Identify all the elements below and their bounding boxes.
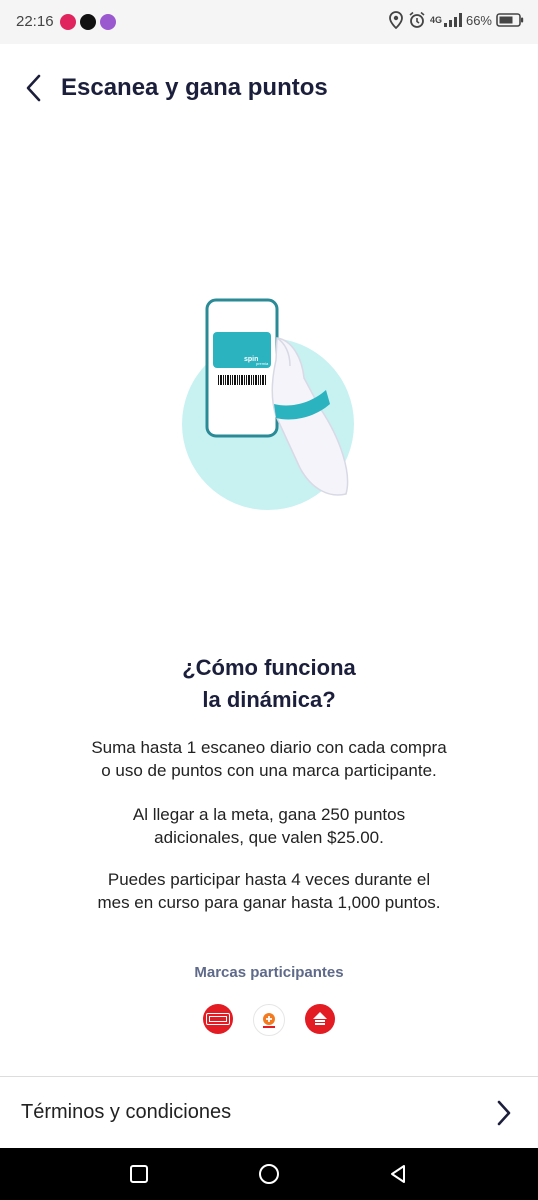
brand-logos <box>0 1004 538 1036</box>
bilarizal-logo-icon <box>263 1013 275 1028</box>
card-sub-text: premia <box>256 361 269 366</box>
rule-1-line-1: Suma hasta 1 escaneo diario con cada com… <box>91 738 447 757</box>
app-bar: Escanea y gana puntos <box>0 44 538 132</box>
heading-line-1: ¿Cómo funciona <box>182 655 356 680</box>
battery-percent: 66% <box>465 12 492 28</box>
activity-app-icon <box>60 14 76 30</box>
alarm-icon <box>409 11 425 28</box>
status-time: 22:16 <box>16 13 54 30</box>
battery-icon <box>496 13 524 27</box>
rule-3-line-1: Puedes participar hasta 4 veces durante … <box>107 870 431 889</box>
terms-label: Términos y condiciones <box>21 1101 232 1123</box>
rule-paragraph-1: Suma hasta 1 escaneo diario con cada com… <box>0 736 538 782</box>
location-icon <box>389 11 403 29</box>
status-right: 4G 66% <box>388 11 524 29</box>
how-it-works-heading: ¿Cómo funciona la dinámica? <box>0 652 538 716</box>
rule-2-line-2: adicionales, que valen $25.00. <box>154 828 384 847</box>
spiral-app-icon <box>100 14 116 30</box>
back-nav-button[interactable] <box>385 1161 411 1187</box>
oxxo-logo-icon <box>206 1013 230 1025</box>
triangle-back-icon <box>391 1165 405 1183</box>
soma-yoya-logo-icon <box>313 1012 327 1025</box>
recents-button[interactable] <box>126 1161 152 1187</box>
status-app-icons <box>60 14 116 30</box>
rule-paragraph-2: Al llegar a la meta, gana 250 puntos adi… <box>0 803 538 849</box>
home-button[interactable] <box>256 1161 282 1187</box>
rule-1-line-2: o uso de puntos con una marca participan… <box>101 761 437 780</box>
square-icon <box>130 1165 148 1183</box>
rule-2-line-1: Al llegar a la meta, gana 250 puntos <box>132 805 406 824</box>
circle-icon <box>259 1164 279 1184</box>
brand-soma-yoya-logo[interactable] <box>305 1004 335 1034</box>
terms-and-conditions-row[interactable]: Términos y condiciones <box>0 1078 538 1148</box>
chevron-left-icon <box>26 74 41 102</box>
heading-line-2: la dinámica? <box>202 687 336 712</box>
phone-scan-illustration: spin premia <box>182 298 354 510</box>
divider <box>0 1076 538 1077</box>
status-bar: 22:16 4G 66% <box>0 0 538 44</box>
brand-bilarizal-logo[interactable] <box>253 1004 285 1036</box>
scan-illustration: spin premia <box>180 298 360 510</box>
page-title: Escanea y gana puntos <box>61 74 328 101</box>
brand-oxxo-logo[interactable] <box>203 1004 233 1034</box>
signal-icon <box>443 13 462 27</box>
system-nav-bar <box>0 1148 538 1200</box>
brands-title: Marcas participantes <box>194 964 344 981</box>
rule-paragraph-3: Puedes participar hasta 4 veces durante … <box>0 868 538 914</box>
tiktok-icon <box>80 14 96 30</box>
rule-3-line-2: mes en curso para ganar hasta 1,000 punt… <box>97 893 441 912</box>
barcode <box>218 375 266 385</box>
chevron-right-icon <box>497 1100 511 1126</box>
back-button[interactable] <box>14 68 54 108</box>
network-label: 4G <box>429 15 442 25</box>
